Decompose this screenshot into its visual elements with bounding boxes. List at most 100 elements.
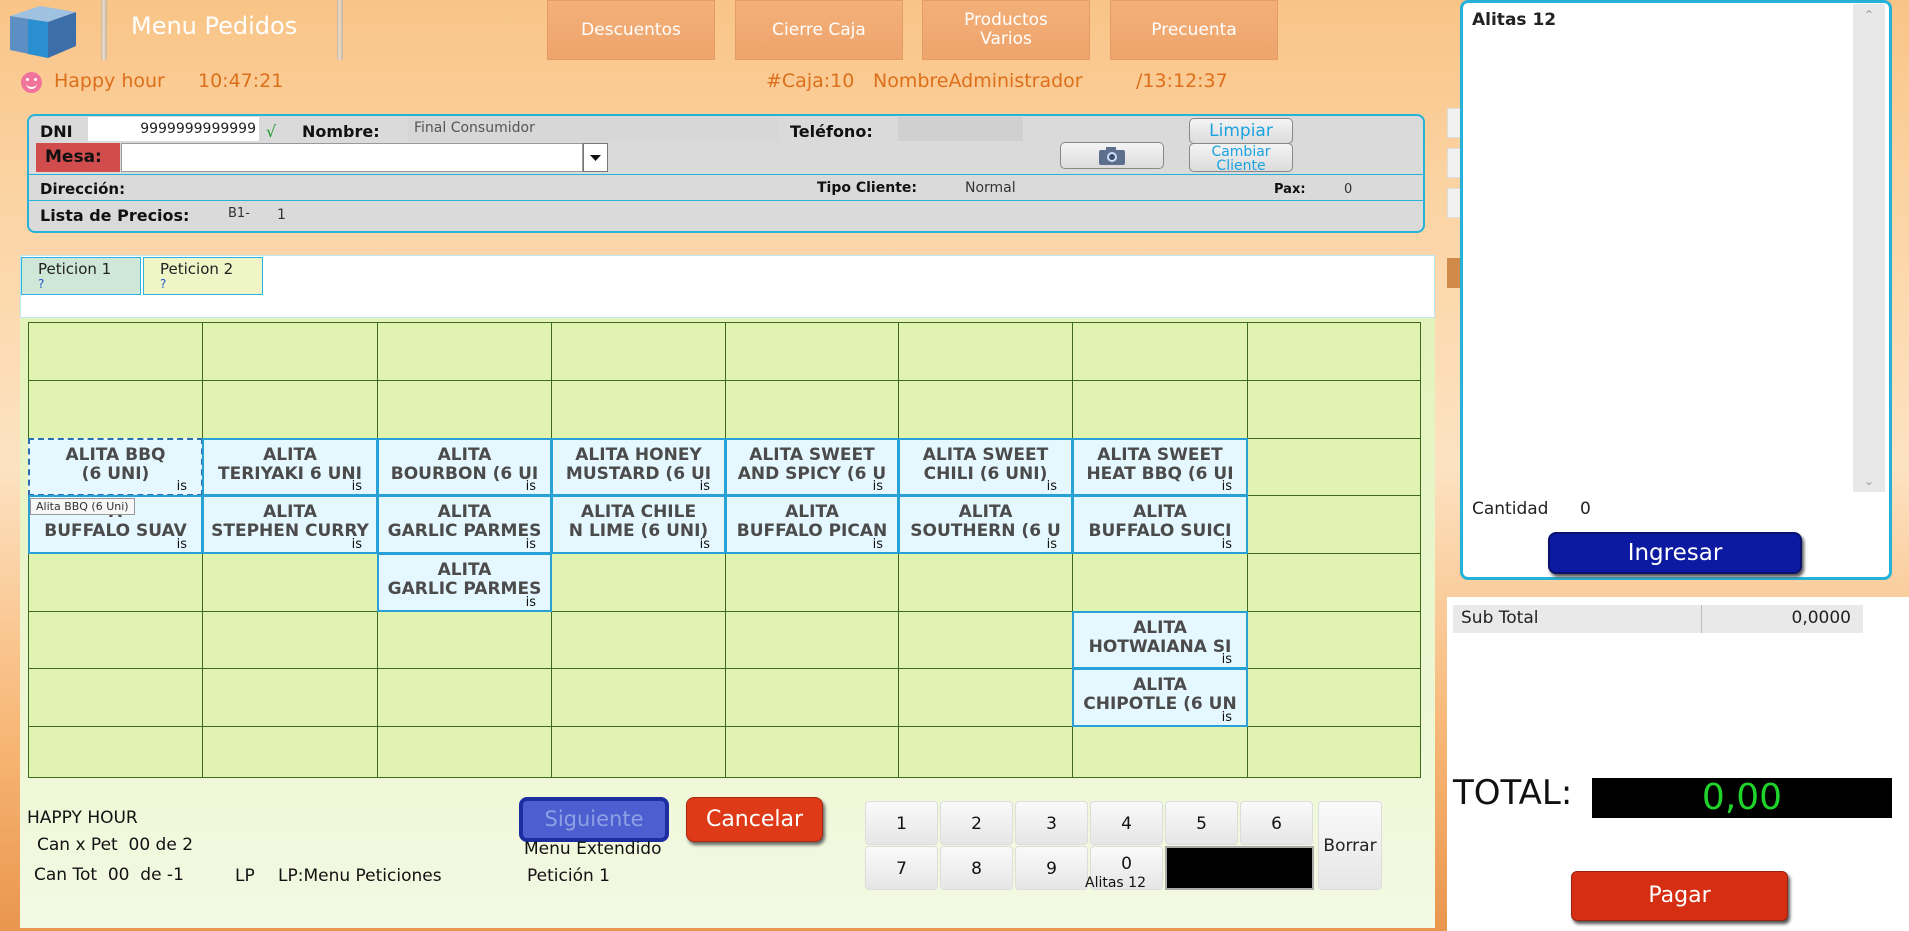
key-2[interactable]: 2 bbox=[940, 801, 1013, 845]
grid-cell[interactable] bbox=[551, 553, 726, 612]
telefono-input[interactable] bbox=[898, 117, 1023, 141]
grid-cell[interactable] bbox=[898, 668, 1073, 727]
grid-cell[interactable] bbox=[202, 322, 378, 381]
grid-cell[interactable] bbox=[202, 668, 378, 727]
cancelar-button[interactable]: Cancelar bbox=[686, 797, 823, 842]
product-button[interactable]: ALITA STEPHEN CURRY is bbox=[202, 495, 378, 554]
camera-button[interactable] bbox=[1060, 142, 1164, 169]
descuentos-button[interactable]: Descuentos bbox=[547, 0, 715, 60]
product-tag: is bbox=[1221, 537, 1232, 552]
product-button[interactable]: ALITA SOUTHERN (6 Uis bbox=[898, 495, 1073, 554]
product-name-line1: ALITA bbox=[263, 502, 317, 522]
grid-cell[interactable] bbox=[1072, 553, 1248, 612]
product-button[interactable]: ALITA HONEY MUSTARD (6 UI is bbox=[551, 438, 726, 496]
grid-cell[interactable] bbox=[1072, 322, 1248, 381]
product-button[interactable]: ALITA BUFFALO PICAN is bbox=[725, 495, 899, 554]
grid-cell[interactable] bbox=[28, 668, 203, 727]
tab-peticion-2[interactable]: Peticion 2 ? bbox=[143, 257, 263, 295]
key-4[interactable]: 4 bbox=[1090, 801, 1163, 845]
grid-cell[interactable] bbox=[725, 611, 899, 669]
grid-cell[interactable] bbox=[28, 380, 203, 439]
grid-cell[interactable] bbox=[377, 611, 552, 669]
grid-cell[interactable] bbox=[551, 611, 726, 669]
grid-cell[interactable] bbox=[28, 611, 203, 669]
product-button[interactable]: ALITA BOURBON (6 UI is bbox=[377, 438, 552, 496]
product-button[interactable]: ALITA SWEET AND SPICY (6 Uis bbox=[725, 438, 899, 496]
grid-cell[interactable] bbox=[551, 668, 726, 727]
grid-cell[interactable] bbox=[1072, 380, 1248, 439]
grid-cell[interactable] bbox=[28, 726, 203, 778]
grid-cell[interactable] bbox=[725, 380, 899, 439]
side-tab[interactable] bbox=[1447, 108, 1461, 138]
key-1[interactable]: 1 bbox=[865, 801, 938, 845]
product-button[interactable]: ALITA HOTWAIANA SI is bbox=[1072, 611, 1248, 669]
grid-cell[interactable] bbox=[28, 322, 203, 381]
grid-cell[interactable] bbox=[1247, 611, 1421, 669]
key-6[interactable]: 6 bbox=[1240, 801, 1313, 845]
chevron-up-icon[interactable]: ⌃ bbox=[1853, 4, 1885, 26]
grid-cell[interactable] bbox=[898, 611, 1073, 669]
product-button[interactable]: ALITA BUFFALO SUICI is bbox=[1072, 495, 1248, 554]
cambiar-cliente-button[interactable]: Cambiar Cliente bbox=[1189, 143, 1293, 173]
grid-cell[interactable] bbox=[898, 726, 1073, 778]
limpiar-button[interactable]: Limpiar bbox=[1189, 118, 1293, 144]
product-button[interactable]: ALITA GARLIC PARMES is bbox=[377, 553, 552, 612]
grid-cell[interactable] bbox=[1247, 668, 1421, 727]
side-tab-active[interactable] bbox=[1447, 258, 1461, 288]
key-3[interactable]: 3 bbox=[1015, 801, 1088, 845]
grid-cell[interactable] bbox=[202, 726, 378, 778]
chevron-down-icon[interactable]: ⌄ bbox=[1853, 470, 1885, 492]
grid-cell[interactable] bbox=[725, 553, 899, 612]
product-button[interactable]: ALITA SWEET CHILI (6 UNI) is bbox=[898, 438, 1073, 496]
dni-input[interactable]: 9999999999999 bbox=[88, 117, 259, 141]
chevron-down-icon[interactable] bbox=[583, 143, 608, 172]
grid-cell[interactable] bbox=[898, 322, 1073, 381]
key-7[interactable]: 7 bbox=[865, 846, 938, 890]
ingresar-button[interactable]: Ingresar bbox=[1548, 532, 1802, 574]
grid-cell[interactable] bbox=[28, 553, 203, 612]
key-8[interactable]: 8 bbox=[940, 846, 1013, 890]
nombre-input[interactable]: Final Consumidor bbox=[408, 117, 779, 141]
borrar-button[interactable]: Borrar bbox=[1318, 801, 1382, 890]
grid-cell[interactable] bbox=[1247, 553, 1421, 612]
grid-cell[interactable] bbox=[202, 380, 378, 439]
grid-cell[interactable] bbox=[1247, 495, 1421, 554]
product-button[interactable]: ALITA TERIYAKI 6 UNI is bbox=[202, 438, 378, 496]
pagar-button[interactable]: Pagar bbox=[1571, 871, 1788, 921]
grid-cell[interactable] bbox=[377, 668, 552, 727]
grid-cell[interactable] bbox=[202, 611, 378, 669]
product-button[interactable]: ALITA SWEET HEAT BBQ (6 UI is bbox=[1072, 438, 1248, 496]
grid-cell[interactable] bbox=[725, 322, 899, 381]
key-5[interactable]: 5 bbox=[1165, 801, 1238, 845]
grid-cell[interactable] bbox=[725, 668, 899, 727]
grid-cell[interactable] bbox=[551, 380, 726, 439]
side-tab[interactable] bbox=[1447, 148, 1461, 178]
side-tab[interactable] bbox=[1447, 188, 1461, 218]
key-9[interactable]: 9 bbox=[1015, 846, 1088, 890]
product-button[interactable]: ALITA BBQ (6 UNI) is bbox=[28, 438, 203, 496]
grid-cell[interactable] bbox=[377, 322, 552, 381]
grid-cell[interactable] bbox=[898, 380, 1073, 439]
precuenta-button[interactable]: Precuenta bbox=[1110, 0, 1278, 60]
grid-cell[interactable] bbox=[551, 322, 726, 381]
product-button[interactable]: ALITA GARLIC PARMES is bbox=[377, 495, 552, 554]
grid-cell[interactable] bbox=[377, 380, 552, 439]
product-button[interactable]: ALITA CHIPOTLE (6 UN is bbox=[1072, 668, 1248, 727]
grid-cell[interactable] bbox=[1247, 726, 1421, 778]
grid-cell[interactable] bbox=[1247, 380, 1421, 439]
grid-cell[interactable] bbox=[1247, 438, 1421, 496]
productos-varios-button[interactable]: Productos Varios bbox=[922, 0, 1090, 60]
grid-cell[interactable] bbox=[1072, 726, 1248, 778]
mesa-select[interactable] bbox=[121, 143, 583, 172]
product-button[interactable]: ALITA CHILE N LIME (6 UNI) is bbox=[551, 495, 726, 554]
grid-cell[interactable] bbox=[202, 553, 378, 612]
grid-cell[interactable] bbox=[551, 726, 726, 778]
tab-peticion-1[interactable]: Peticion 1 ? bbox=[21, 257, 141, 295]
order-scrollbar[interactable]: ⌃ ⌄ bbox=[1853, 4, 1885, 492]
grid-cell[interactable] bbox=[1247, 322, 1421, 381]
grid-cell[interactable] bbox=[898, 553, 1073, 612]
cierre-caja-button[interactable]: Cierre Caja bbox=[735, 0, 903, 60]
grid-cell[interactable] bbox=[377, 726, 552, 778]
siguiente-button[interactable]: Siguiente bbox=[519, 797, 669, 842]
grid-cell[interactable] bbox=[725, 726, 899, 778]
